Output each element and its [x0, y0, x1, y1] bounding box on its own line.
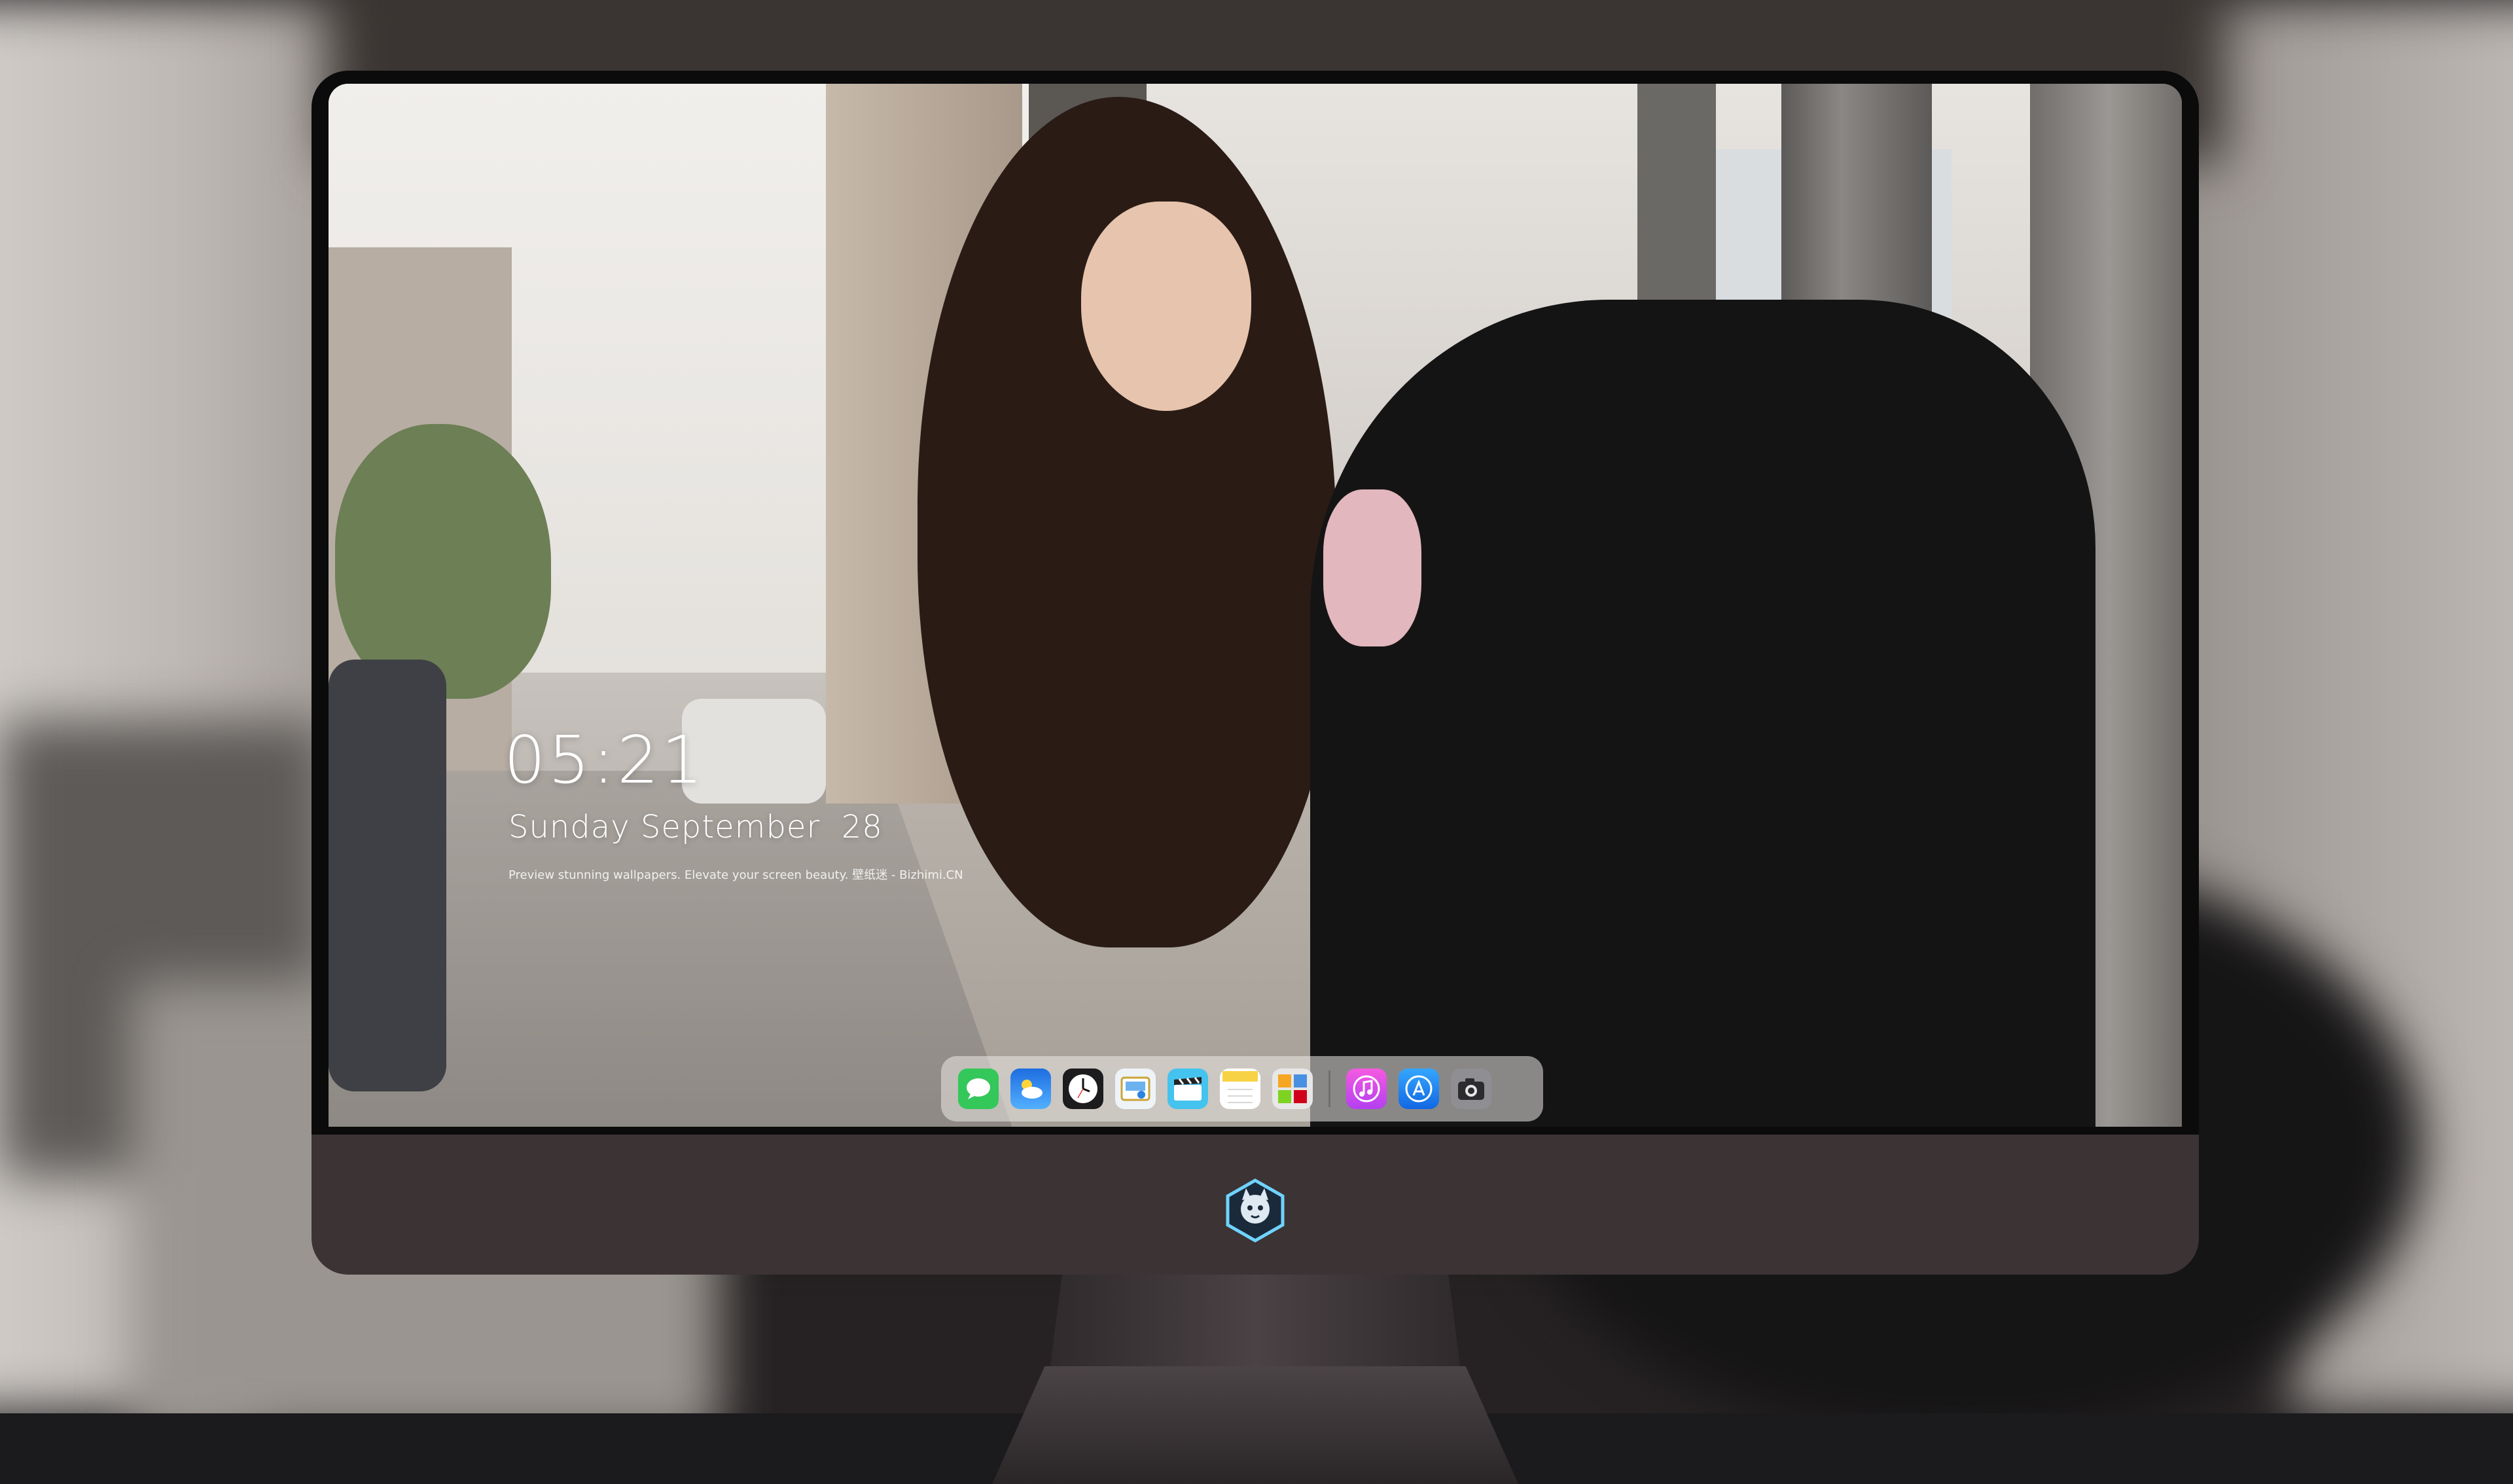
- notes-icon[interactable]: [1220, 1069, 1260, 1109]
- preview-icon[interactable]: [1115, 1069, 1156, 1109]
- monitor: 05:21 Sunday September 28 Preview stunni…: [312, 71, 2199, 1484]
- camera-icon[interactable]: [1451, 1069, 1491, 1109]
- monitor-chin: [312, 1135, 2199, 1275]
- mascot-logo-icon: [1226, 1178, 1285, 1243]
- weather-icon[interactable]: [1010, 1069, 1051, 1109]
- monitor-stand: [1050, 1275, 1461, 1370]
- dock: [941, 1056, 1543, 1122]
- clock-icon[interactable]: [1063, 1069, 1103, 1109]
- lockscreen-date: Sunday September 28: [508, 809, 883, 845]
- wallpaper-tagline: Preview stunning wallpapers. Elevate you…: [508, 868, 963, 882]
- app-store-icon[interactable]: [1399, 1069, 1439, 1109]
- screen: 05:21 Sunday September 28 Preview stunni…: [329, 84, 2182, 1127]
- photo-booth-icon[interactable]: [1272, 1069, 1313, 1109]
- dock-separator: [1328, 1070, 1330, 1107]
- lockscreen-clock: 05:21: [504, 722, 706, 798]
- monitor-stand-base: [992, 1366, 1518, 1484]
- clips-icon[interactable]: [1167, 1069, 1208, 1109]
- itunes-icon[interactable]: [1346, 1069, 1387, 1109]
- messages-icon[interactable]: [958, 1069, 999, 1109]
- monitor-bezel: 05:21 Sunday September 28 Preview stunni…: [312, 71, 2199, 1135]
